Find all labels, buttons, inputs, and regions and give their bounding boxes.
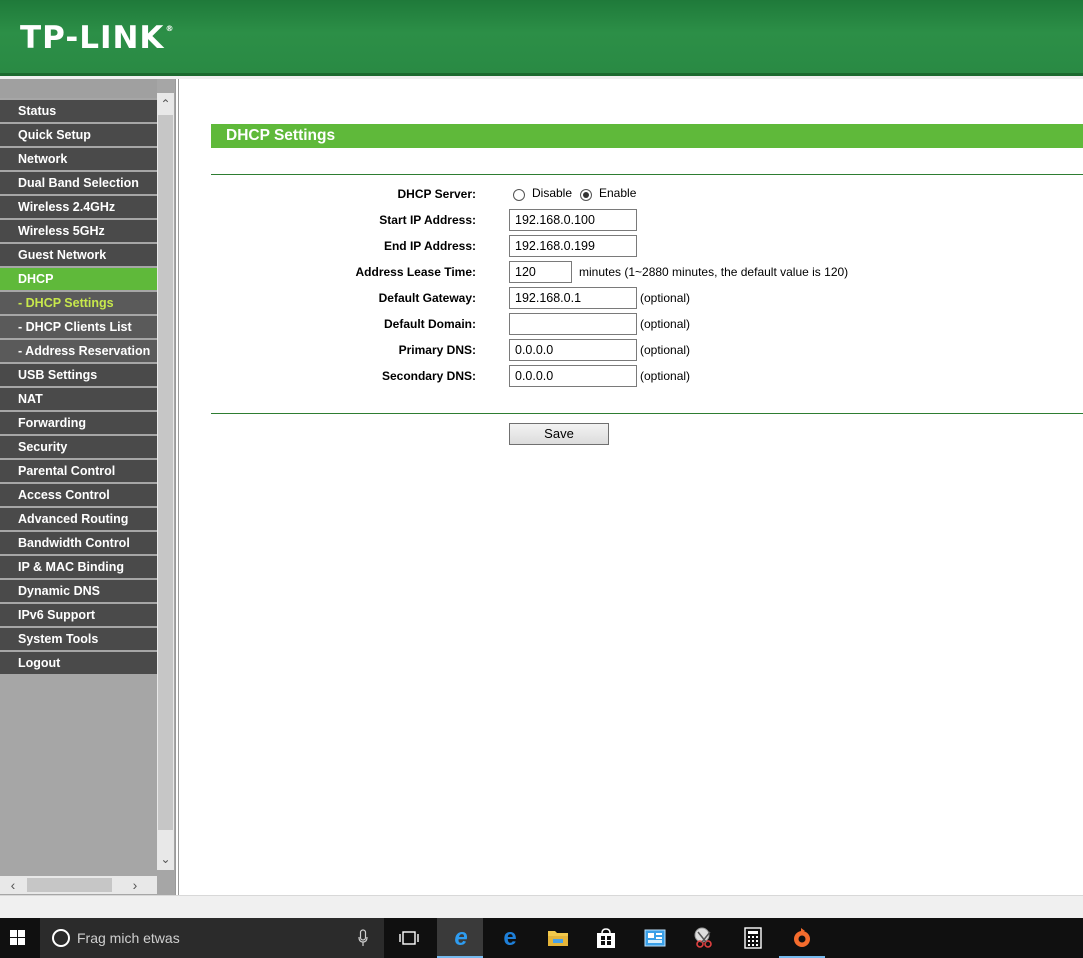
windows-taskbar: Frag mich etwas e e	[0, 918, 1083, 958]
secondary-dns-optional-note: (optional)	[640, 369, 691, 383]
divider	[211, 174, 1083, 175]
secondary-dns-input[interactable]: 0.0.0.0	[509, 365, 637, 387]
sidebar-frame: Status Quick Setup Network Dual Band Select…	[0, 79, 175, 895]
sidebar-item-guest-network[interactable]: Guest Network	[0, 244, 157, 268]
sidebar-item-usb-settings[interactable]: USB Settings	[0, 364, 157, 388]
internet-explorer-taskbar-button[interactable]: e	[437, 918, 483, 958]
page-title: DHCP Settings	[211, 124, 1083, 148]
scroll-right-icon[interactable]: ›	[126, 876, 144, 894]
snipping-tool-taskbar-button[interactable]	[681, 918, 727, 958]
scroll-up-icon[interactable]: ⌃	[157, 95, 174, 113]
dhcp-enable-label: Enable	[599, 186, 637, 200]
dhcp-disable-radio[interactable]	[513, 189, 525, 201]
sidebar-item-bandwidth-control[interactable]: Bandwidth Control	[0, 532, 157, 556]
scroll-left-icon[interactable]: ‹	[4, 876, 22, 894]
sidebar-menu: Status Quick Setup Network Dual Band Select…	[0, 100, 157, 676]
store-taskbar-button[interactable]	[583, 918, 629, 958]
dhcp-server-row: DHCP Server: Disable Enable	[179, 183, 1083, 205]
edge-icon: e	[503, 924, 517, 951]
scissors-icon	[694, 927, 712, 948]
sidebar-item-access-control[interactable]: Access Control	[0, 484, 157, 508]
sidebar-item-dhcp[interactable]: DHCP	[0, 268, 157, 292]
dhcp-server-label: DHCP Server:	[397, 187, 476, 201]
cortana-icon	[52, 929, 70, 947]
end-ip-label: End IP Address:	[383, 239, 476, 253]
main-content: DHCP Settings DHCP Server: Disable Enabl…	[179, 79, 1083, 895]
domain-optional-note: (optional)	[640, 317, 691, 331]
origin-taskbar-button[interactable]	[779, 918, 825, 958]
sidebar-item-advanced-routing[interactable]: Advanced Routing	[0, 508, 157, 532]
sidebar-item-address-reservation[interactable]: - Address Reservation	[0, 340, 157, 364]
microphone-icon[interactable]	[358, 929, 368, 947]
end-ip-row: End IP Address: 192.168.0.199	[179, 235, 1083, 257]
sidebar-horizontal-scrollbar[interactable]: ‹ ›	[0, 876, 157, 894]
scroll-thumb[interactable]	[158, 115, 173, 830]
start-ip-input[interactable]: 192.168.0.100	[509, 209, 637, 231]
secondary-dns-label: Secondary DNS:	[381, 369, 476, 383]
control-panel-taskbar-button[interactable]	[632, 918, 678, 958]
control-panel-icon	[644, 929, 666, 947]
lease-time-label: Address Lease Time:	[355, 265, 477, 279]
primary-dns-label: Primary DNS:	[398, 343, 476, 357]
task-view-button[interactable]	[386, 918, 432, 958]
secondary-dns-row: Secondary DNS: 0.0.0.0 (optional)	[179, 365, 1083, 387]
gateway-row: Default Gateway: 192.168.0.1 (optional)	[179, 287, 1083, 309]
calculator-taskbar-button[interactable]	[730, 918, 776, 958]
internet-explorer-icon: e	[454, 924, 468, 951]
sidebar-item-wireless-5ghz[interactable]: Wireless 5GHz	[0, 220, 157, 244]
windows-logo-icon	[10, 930, 26, 946]
dhcp-enable-radio[interactable]	[580, 189, 592, 201]
lease-time-note: minutes (1~2880 minutes, the default val…	[579, 265, 849, 279]
sidebar-item-parental-control[interactable]: Parental Control	[0, 460, 157, 484]
sidebar-item-network[interactable]: Network	[0, 148, 157, 172]
sidebar-item-ipv6-support[interactable]: IPv6 Support	[0, 604, 157, 628]
sidebar-item-status[interactable]: Status	[0, 100, 157, 124]
edge-taskbar-button[interactable]: e	[486, 918, 532, 958]
scroll-down-icon[interactable]: ⌄	[157, 850, 174, 868]
sidebar-item-dual-band-selection[interactable]: Dual Band Selection	[0, 172, 157, 196]
sidebar-item-security[interactable]: Security	[0, 436, 157, 460]
sidebar-item-logout[interactable]: Logout	[0, 652, 157, 676]
start-ip-row: Start IP Address: 192.168.0.100	[179, 209, 1083, 231]
search-placeholder: Frag mich etwas	[77, 930, 180, 946]
store-bag-icon	[597, 928, 615, 948]
scroll-thumb-horizontal[interactable]	[27, 878, 112, 892]
start-ip-label: Start IP Address:	[379, 213, 476, 227]
sidebar-item-nat[interactable]: NAT	[0, 388, 157, 412]
task-view-icon	[399, 931, 419, 945]
browser-status-bar	[0, 895, 1083, 918]
lease-time-input[interactable]: 120	[509, 261, 572, 283]
lease-time-row: Address Lease Time: 120 minutes (1~2880 …	[179, 261, 1083, 283]
gateway-input[interactable]: 192.168.0.1	[509, 287, 637, 309]
sidebar-item-ip-mac-binding[interactable]: IP & MAC Binding	[0, 556, 157, 580]
sidebar-item-wireless-2-4ghz[interactable]: Wireless 2.4GHz	[0, 196, 157, 220]
cortana-search-box[interactable]: Frag mich etwas	[40, 918, 384, 958]
domain-input[interactable]	[509, 313, 637, 335]
sidebar-item-dhcp-clients-list[interactable]: - DHCP Clients List	[0, 316, 157, 340]
start-button[interactable]	[0, 918, 40, 958]
sidebar-vertical-scrollbar[interactable]: ⌃ ⌄	[157, 93, 174, 870]
primary-dns-input[interactable]: 0.0.0.0	[509, 339, 637, 361]
end-ip-input[interactable]: 192.168.0.199	[509, 235, 637, 257]
gateway-optional-note: (optional)	[640, 291, 691, 305]
sidebar-item-dynamic-dns[interactable]: Dynamic DNS	[0, 580, 157, 604]
origin-icon	[794, 928, 810, 947]
dhcp-disable-label: Disable	[532, 186, 573, 200]
primary-dns-optional-note: (optional)	[640, 343, 691, 357]
sidebar-item-system-tools[interactable]: System Tools	[0, 628, 157, 652]
sidebar-item-dhcp-settings[interactable]: - DHCP Settings	[0, 292, 157, 316]
tp-link-logo: TP-LINK®	[20, 20, 175, 56]
folder-icon	[548, 931, 568, 946]
header-banner: TP-LINK®	[0, 0, 1083, 76]
gateway-label: Default Gateway:	[378, 291, 476, 305]
sidebar-item-quick-setup[interactable]: Quick Setup	[0, 124, 157, 148]
calculator-icon	[744, 927, 762, 949]
sidebar-item-forwarding[interactable]: Forwarding	[0, 412, 157, 436]
save-button[interactable]: Save	[509, 423, 609, 445]
divider	[211, 413, 1083, 414]
primary-dns-row: Primary DNS: 0.0.0.0 (optional)	[179, 339, 1083, 361]
domain-label: Default Domain:	[383, 317, 476, 331]
file-explorer-taskbar-button[interactable]	[535, 918, 581, 958]
domain-row: Default Domain: (optional)	[179, 313, 1083, 335]
